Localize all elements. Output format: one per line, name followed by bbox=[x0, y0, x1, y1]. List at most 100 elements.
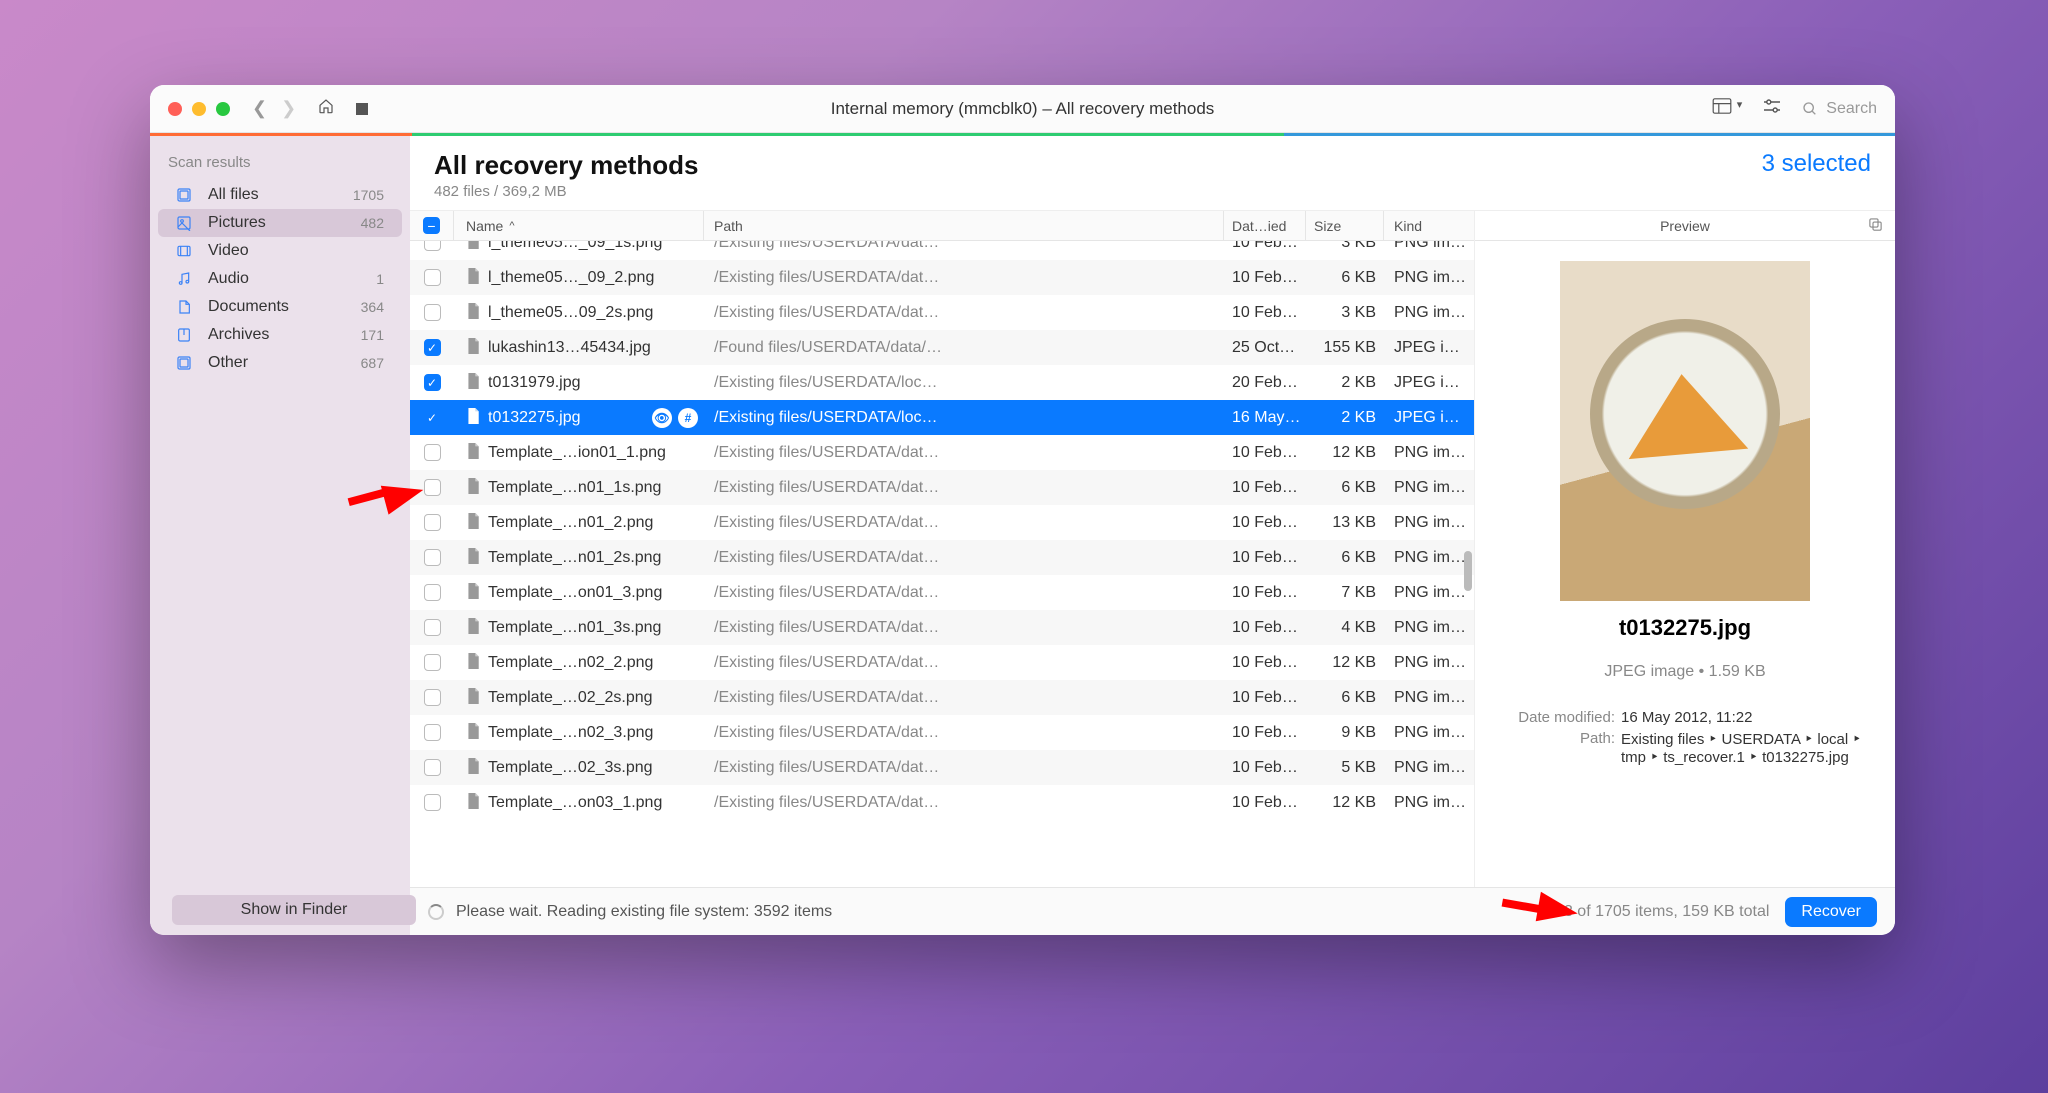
table-row[interactable]: Template_…on01_3.png /Existing files/USE… bbox=[410, 575, 1474, 610]
document-icon bbox=[176, 299, 198, 315]
preview-meta: JPEG image • 1.59 KB bbox=[1604, 663, 1765, 681]
header-checkbox[interactable]: − bbox=[410, 211, 454, 240]
column-path[interactable]: Path bbox=[704, 211, 1224, 240]
close-button[interactable] bbox=[168, 102, 182, 116]
picture-icon bbox=[176, 215, 198, 231]
row-date: 10 Feb… bbox=[1224, 724, 1306, 742]
row-checkbox[interactable] bbox=[410, 584, 454, 601]
row-checkbox[interactable] bbox=[410, 304, 454, 321]
row-path: /Existing files/USERDATA/dat… bbox=[704, 584, 1224, 602]
sidebar-heading: Scan results bbox=[150, 150, 410, 181]
table-header: − Name ^ Path Dat…ied Size Kind bbox=[410, 211, 1474, 241]
row-name: Template_…n02_3.png bbox=[454, 723, 704, 742]
row-checkbox[interactable] bbox=[410, 514, 454, 531]
row-date: 10 Feb… bbox=[1224, 759, 1306, 777]
settings-icon[interactable] bbox=[1762, 98, 1782, 119]
row-kind: PNG im… bbox=[1384, 759, 1474, 777]
sidebar-item-count: 482 bbox=[361, 215, 384, 231]
column-kind[interactable]: Kind bbox=[1384, 211, 1474, 240]
row-date: 16 May… bbox=[1224, 409, 1306, 427]
table-row[interactable]: ✓ t0131979.jpg /Existing files/USERDATA/… bbox=[410, 365, 1474, 400]
row-kind: JPEG i… bbox=[1384, 409, 1474, 427]
window-title: Internal memory (mmcblk0) – All recovery… bbox=[831, 99, 1215, 119]
row-checkbox[interactable] bbox=[410, 444, 454, 461]
preview-pane: Preview t0132275.jpg JPEG image • 1.59 K… bbox=[1475, 211, 1895, 887]
audio-icon bbox=[176, 271, 198, 287]
row-checkbox[interactable] bbox=[410, 654, 454, 671]
row-checkbox[interactable] bbox=[410, 794, 454, 811]
table-row[interactable]: Template_…02_3s.png /Existing files/USER… bbox=[410, 750, 1474, 785]
square-icon bbox=[176, 187, 198, 203]
search-box[interactable]: Search bbox=[1802, 100, 1877, 118]
sidebar-item-count: 687 bbox=[361, 355, 384, 371]
table-row[interactable]: Template_…n01_3s.png /Existing files/USE… bbox=[410, 610, 1474, 645]
table-row[interactable]: Template_…n01_1s.png /Existing files/USE… bbox=[410, 470, 1474, 505]
row-checkbox[interactable] bbox=[410, 241, 454, 251]
row-checkbox[interactable] bbox=[410, 759, 454, 776]
file-icon bbox=[466, 583, 480, 602]
maximize-button[interactable] bbox=[216, 102, 230, 116]
row-date: 10 Feb… bbox=[1224, 304, 1306, 322]
row-date: 10 Feb… bbox=[1224, 241, 1306, 252]
row-name: Template_…02_2s.png bbox=[454, 688, 704, 707]
stop-icon[interactable] bbox=[356, 103, 368, 115]
row-path: /Existing files/USERDATA/dat… bbox=[704, 269, 1224, 287]
row-checkbox[interactable]: ✓ bbox=[410, 339, 454, 356]
file-icon bbox=[466, 338, 480, 357]
scrollbar-thumb[interactable] bbox=[1464, 551, 1472, 591]
layout-icon[interactable]: ▾ bbox=[1712, 98, 1742, 119]
row-name: l_theme05…09_2s.png bbox=[454, 303, 704, 322]
table-body[interactable]: l_theme05…_09_1s.png /Existing files/USE… bbox=[410, 241, 1474, 887]
row-checkbox[interactable]: ✓ bbox=[410, 409, 454, 426]
hash-icon[interactable]: # bbox=[678, 408, 698, 428]
column-name[interactable]: Name ^ bbox=[454, 211, 704, 240]
row-checkbox[interactable] bbox=[410, 689, 454, 706]
file-table: − Name ^ Path Dat…ied Size Kind l_theme0 bbox=[410, 211, 1475, 887]
row-checkbox[interactable] bbox=[410, 724, 454, 741]
row-checkbox[interactable] bbox=[410, 619, 454, 636]
table-row[interactable]: Template_…on03_1.png /Existing files/USE… bbox=[410, 785, 1474, 820]
row-date: 10 Feb… bbox=[1224, 479, 1306, 497]
home-icon[interactable] bbox=[318, 98, 334, 119]
row-checkbox[interactable] bbox=[410, 269, 454, 286]
page-subtitle: 482 files / 369,2 MB bbox=[434, 183, 698, 200]
row-checkbox[interactable]: ✓ bbox=[410, 374, 454, 391]
row-checkbox[interactable] bbox=[410, 549, 454, 566]
table-row[interactable]: l_theme05…_09_1s.png /Existing files/USE… bbox=[410, 241, 1474, 260]
column-date[interactable]: Dat…ied bbox=[1224, 211, 1306, 240]
sidebar-item-documents[interactable]: Documents 364 bbox=[158, 293, 402, 321]
row-size: 12 KB bbox=[1306, 444, 1384, 462]
copy-icon[interactable] bbox=[1868, 217, 1883, 235]
footer-summary: 3 of 1705 items, 159 KB total bbox=[1564, 903, 1769, 921]
table-row[interactable]: l_theme05…_09_2.png /Existing files/USER… bbox=[410, 260, 1474, 295]
table-row[interactable]: Template_…n02_2.png /Existing files/USER… bbox=[410, 645, 1474, 680]
table-row[interactable]: l_theme05…09_2s.png /Existing files/USER… bbox=[410, 295, 1474, 330]
sidebar-item-video[interactable]: Video bbox=[158, 237, 402, 265]
sidebar-item-other[interactable]: Other 687 bbox=[158, 349, 402, 377]
eye-icon[interactable]: 👁 bbox=[652, 408, 672, 428]
recover-button[interactable]: Recover bbox=[1785, 897, 1877, 927]
table-row[interactable]: Template_…n01_2s.png /Existing files/USE… bbox=[410, 540, 1474, 575]
sidebar-item-audio[interactable]: Audio 1 bbox=[158, 265, 402, 293]
sidebar-item-archives[interactable]: Archives 171 bbox=[158, 321, 402, 349]
forward-button[interactable]: ❯ bbox=[281, 98, 296, 119]
table-row[interactable]: ✓ lukashin13…45434.jpg /Found files/USER… bbox=[410, 330, 1474, 365]
table-row[interactable]: Template_…ion01_1.png /Existing files/US… bbox=[410, 435, 1474, 470]
table-row[interactable]: ✓ t0132275.jpg 👁 # /Existing files/USERD… bbox=[410, 400, 1474, 435]
file-icon bbox=[466, 268, 480, 287]
table-row[interactable]: Template_…n02_3.png /Existing files/USER… bbox=[410, 715, 1474, 750]
row-name: Template_…n01_2.png bbox=[454, 513, 704, 532]
row-kind: PNG im… bbox=[1384, 654, 1474, 672]
show-in-finder-button[interactable]: Show in Finder bbox=[172, 895, 416, 925]
table-row[interactable]: Template_…02_2s.png /Existing files/USER… bbox=[410, 680, 1474, 715]
minimize-button[interactable] bbox=[192, 102, 206, 116]
back-button[interactable]: ❮ bbox=[252, 98, 267, 119]
sidebar-item-pictures[interactable]: Pictures 482 bbox=[158, 209, 402, 237]
sidebar-item-all-files[interactable]: All files 1705 bbox=[158, 181, 402, 209]
table-row[interactable]: Template_…n01_2.png /Existing files/USER… bbox=[410, 505, 1474, 540]
file-icon bbox=[466, 653, 480, 672]
row-size: 6 KB bbox=[1306, 479, 1384, 497]
row-kind: PNG im… bbox=[1384, 269, 1474, 287]
column-size[interactable]: Size bbox=[1306, 211, 1384, 240]
row-kind: PNG im… bbox=[1384, 794, 1474, 812]
